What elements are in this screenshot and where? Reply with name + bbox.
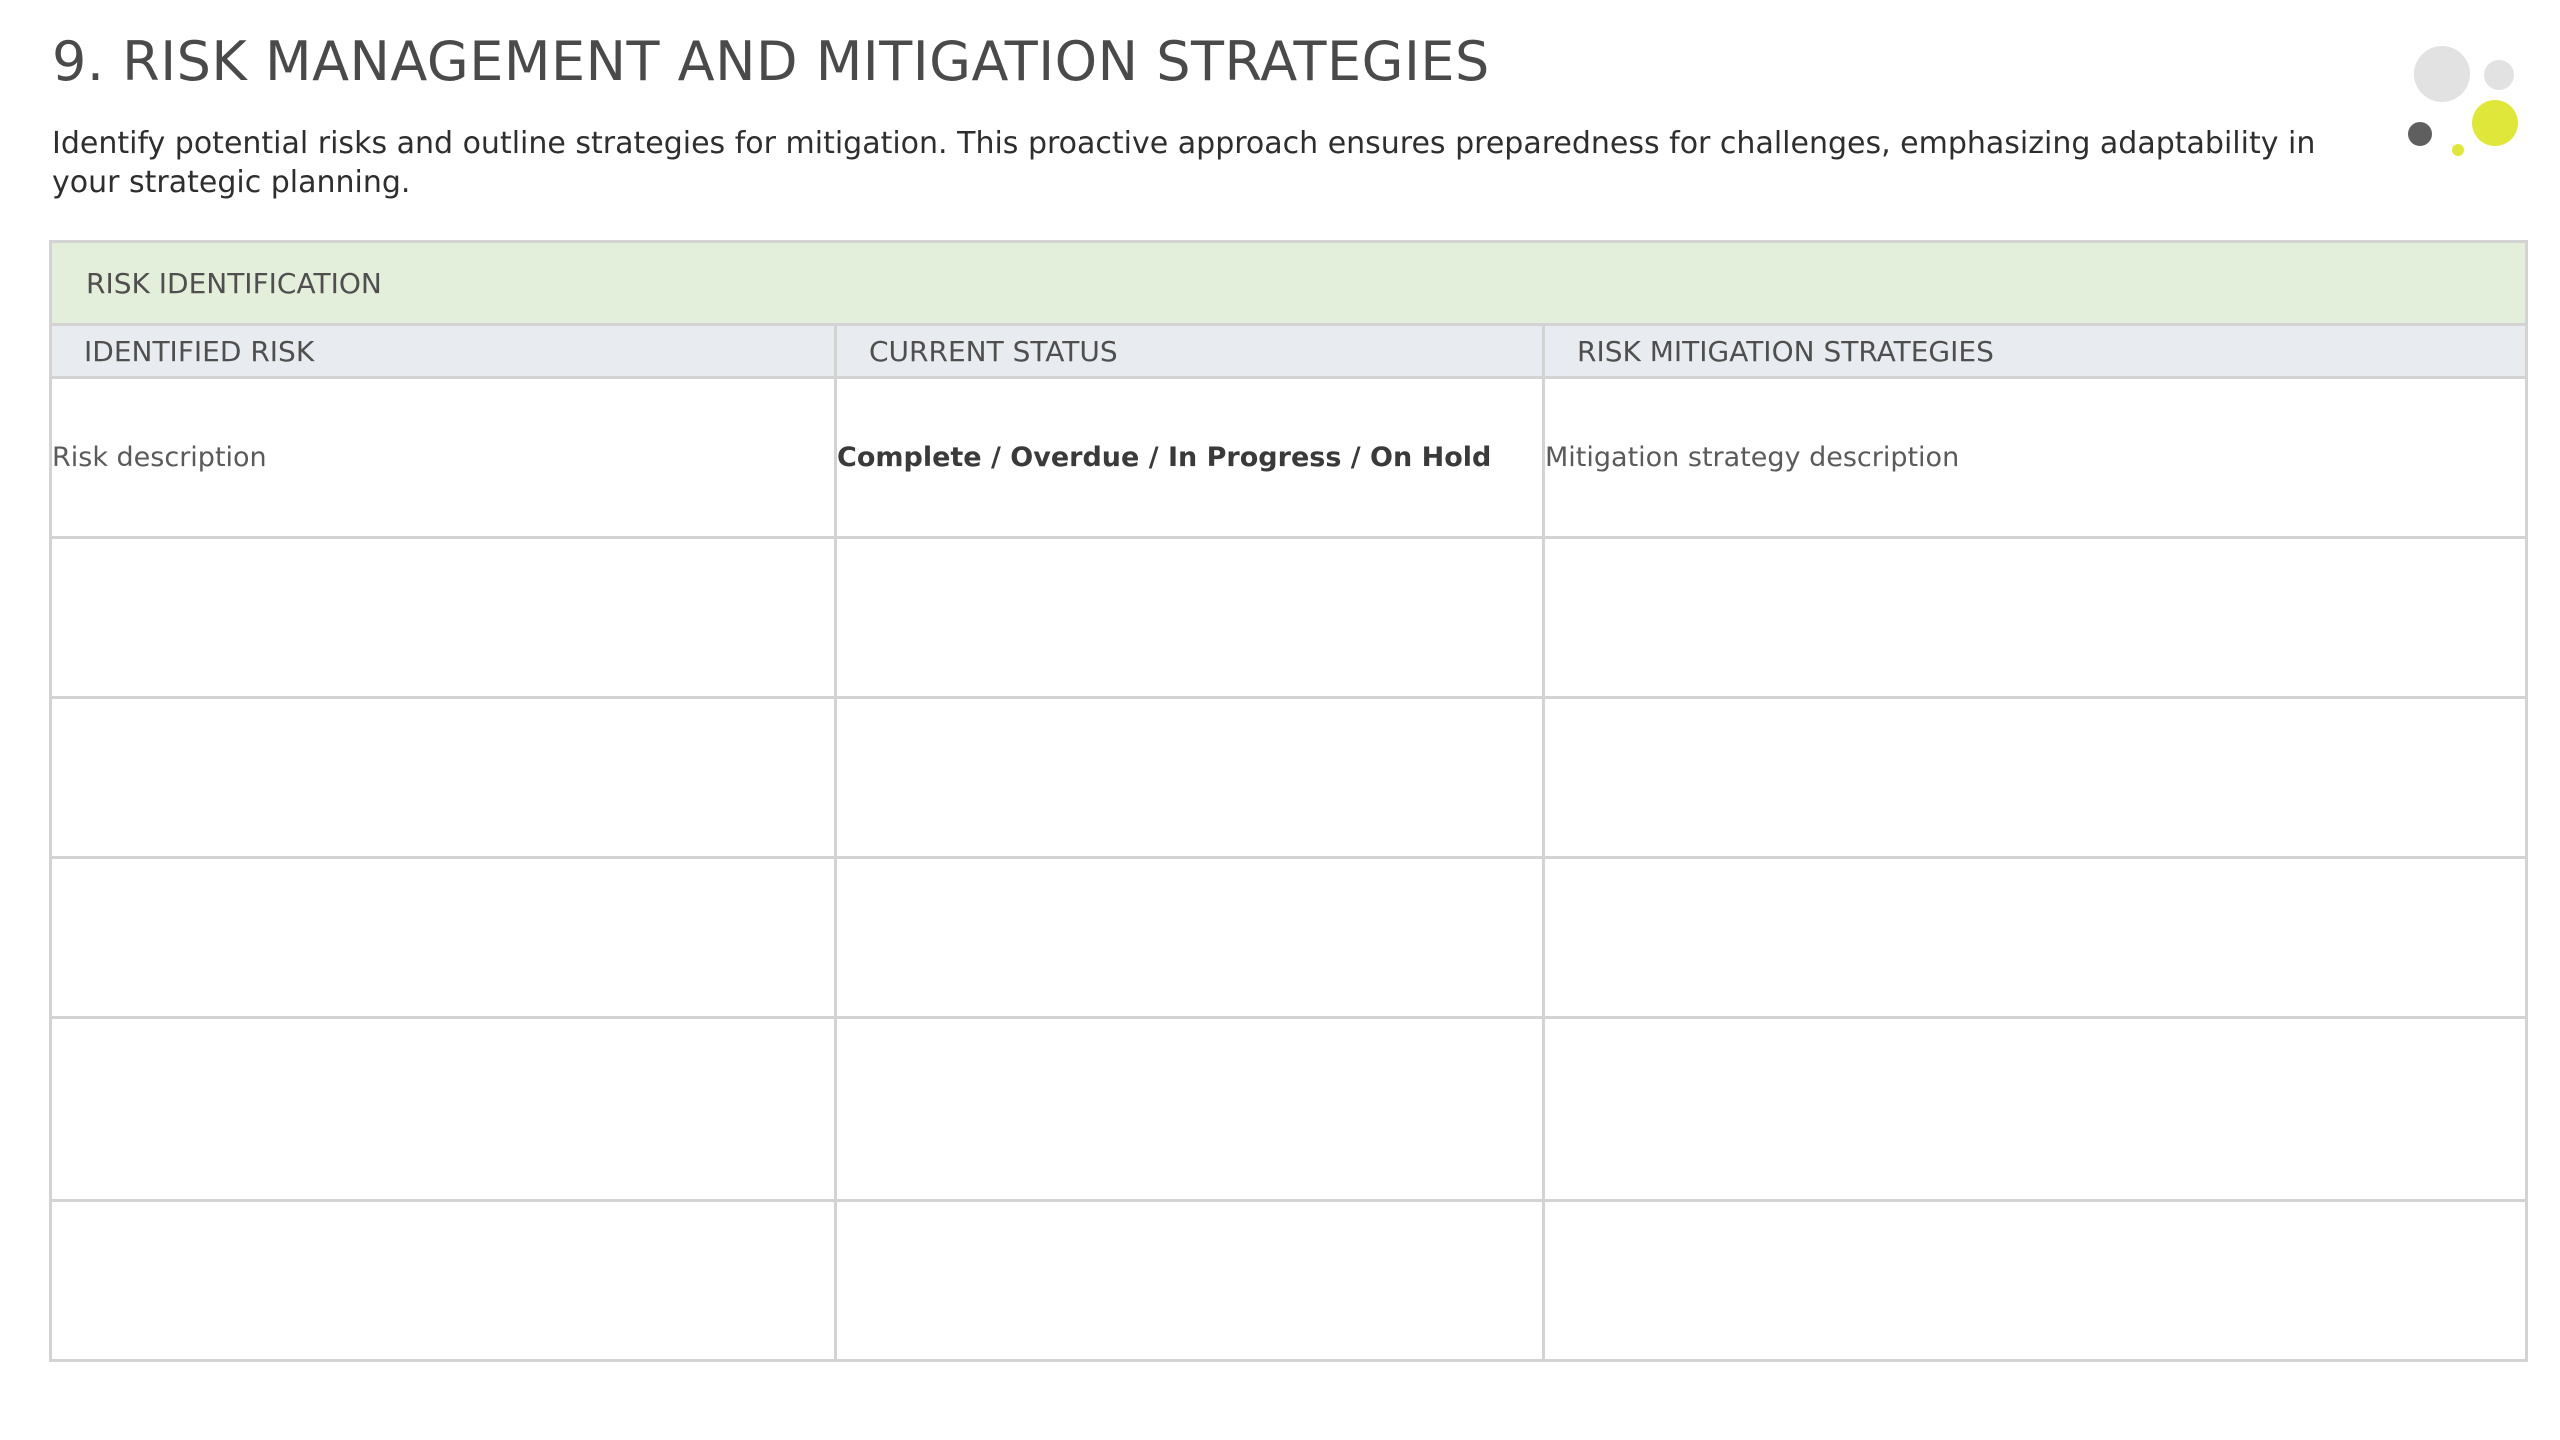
page-subtitle: Identify potential risks and outline str…: [52, 126, 2316, 200]
light-gray-dot-large: [2414, 46, 2470, 102]
risk-cell[interactable]: [49, 1199, 837, 1362]
status-cell[interactable]: [834, 1199, 1545, 1362]
dark-gray-dot: [2408, 122, 2432, 146]
mitigation-cell[interactable]: [1542, 856, 2528, 1019]
status-text: Complete / Overdue / In Progress / On Ho…: [837, 442, 1492, 473]
column-header-identified-risk: IDENTIFIED RISK: [49, 323, 837, 379]
status-cell[interactable]: [834, 696, 1545, 859]
mitigation-cell[interactable]: [1542, 696, 2528, 859]
table-row: [49, 1199, 2528, 1362]
risk-table: RISK IDENTIFICATION IDENTIFIED RISK CURR…: [49, 240, 2528, 1362]
page-title: 9. RISK MANAGEMENT AND MITIGATION STRATE…: [52, 30, 1490, 93]
risk-cell[interactable]: [49, 1016, 837, 1202]
table-row: [49, 856, 2528, 1019]
mitigation-cell[interactable]: [1542, 1199, 2528, 1362]
mitigation-cell[interactable]: Mitigation strategy description: [1542, 376, 2528, 539]
table-row: Risk description Complete / Overdue / In…: [49, 376, 2528, 539]
status-cell[interactable]: [834, 856, 1545, 1019]
risk-cell[interactable]: [49, 536, 837, 699]
table-row: [49, 536, 2528, 699]
risk-cell[interactable]: [49, 696, 837, 859]
decorative-dots-icon: [2390, 40, 2520, 160]
yellow-dot-small: [2452, 144, 2464, 156]
column-header-row: IDENTIFIED RISK CURRENT STATUS RISK MITI…: [49, 323, 2528, 379]
mitigation-cell[interactable]: [1542, 536, 2528, 699]
status-cell[interactable]: [834, 536, 1545, 699]
table-row: [49, 1016, 2528, 1202]
mitigation-description-text: Mitigation strategy description: [1545, 442, 1960, 473]
column-header-current-status: CURRENT STATUS: [834, 323, 1545, 379]
risk-description-text: Risk description: [52, 442, 267, 473]
mitigation-cell[interactable]: [1542, 1016, 2528, 1202]
light-gray-dot-small: [2484, 60, 2514, 90]
table-row: [49, 696, 2528, 859]
status-cell[interactable]: Complete / Overdue / In Progress / On Ho…: [834, 376, 1545, 539]
risk-cell[interactable]: Risk description: [49, 376, 837, 539]
column-header-mitigation-strategies: RISK MITIGATION STRATEGIES: [1542, 323, 2528, 379]
section-header: RISK IDENTIFICATION: [49, 240, 2528, 326]
status-cell[interactable]: [834, 1016, 1545, 1202]
yellow-dot-large: [2472, 100, 2518, 146]
section-header-row: RISK IDENTIFICATION: [49, 240, 2528, 326]
risk-cell[interactable]: [49, 856, 837, 1019]
